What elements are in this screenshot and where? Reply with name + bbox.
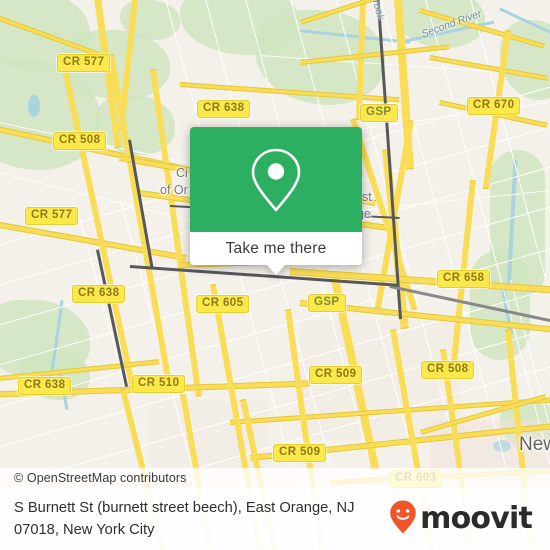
road-shield[interactable]: CR 638	[18, 377, 72, 395]
road-shield[interactable]: CR 577	[25, 207, 79, 225]
road-shield[interactable]: CR 658	[437, 270, 491, 288]
road-shield[interactable]: CR 508	[53, 132, 107, 150]
moovit-wordmark: moovit	[420, 501, 533, 536]
road-shield[interactable]: CR 510	[132, 375, 186, 393]
place-label: st	[362, 190, 372, 204]
road-shield[interactable]: CR 638	[72, 285, 126, 303]
map-screenshot: CR 577 CR 638 GSP CR 670 CR 508 CR 577 C…	[0, 0, 550, 550]
road-shield[interactable]: GSP	[360, 104, 398, 122]
address-line-1: S Burnett St (burnett street beech), Eas…	[14, 500, 355, 516]
road-shield[interactable]: CR 577	[57, 54, 111, 72]
road-shield[interactable]: CR 508	[421, 361, 475, 379]
moovit-logo[interactable]: moovit	[389, 499, 536, 540]
place-label: Ci	[176, 166, 188, 180]
moovit-pin-smile-icon	[389, 499, 417, 540]
water-body	[28, 95, 40, 117]
road-shield[interactable]: GSP	[308, 294, 346, 312]
popup-hero	[190, 127, 362, 232]
popup-card-body: Take me there	[190, 127, 362, 265]
take-me-there-button[interactable]: Take me there	[190, 232, 362, 265]
take-me-there-label: Take me there	[225, 239, 327, 257]
address-block: S Burnett St (burnett street beech), Eas…	[14, 497, 354, 541]
road-shield[interactable]: CR 509	[309, 366, 363, 384]
road-shield[interactable]: CR 638	[197, 100, 251, 118]
road-shield[interactable]: CR 670	[467, 97, 521, 115]
location-popup-card[interactable]: Take me there	[190, 127, 362, 275]
address-line-2: 07018, New York City	[14, 522, 155, 538]
map-attribution-bar: © OpenStreetMap contributors	[0, 468, 550, 488]
road-shield[interactable]: CR 605	[196, 295, 250, 313]
popup-pointer-tail	[266, 264, 286, 275]
footer-bar: S Burnett St (burnett street beech), Eas…	[0, 488, 550, 550]
place-label: of Or	[160, 183, 188, 197]
place-label: Newa	[519, 434, 550, 455]
attribution-text[interactable]: © OpenStreetMap contributors	[0, 471, 187, 485]
road-shield[interactable]: CR 509	[273, 444, 327, 462]
map-pin-icon	[248, 145, 304, 215]
